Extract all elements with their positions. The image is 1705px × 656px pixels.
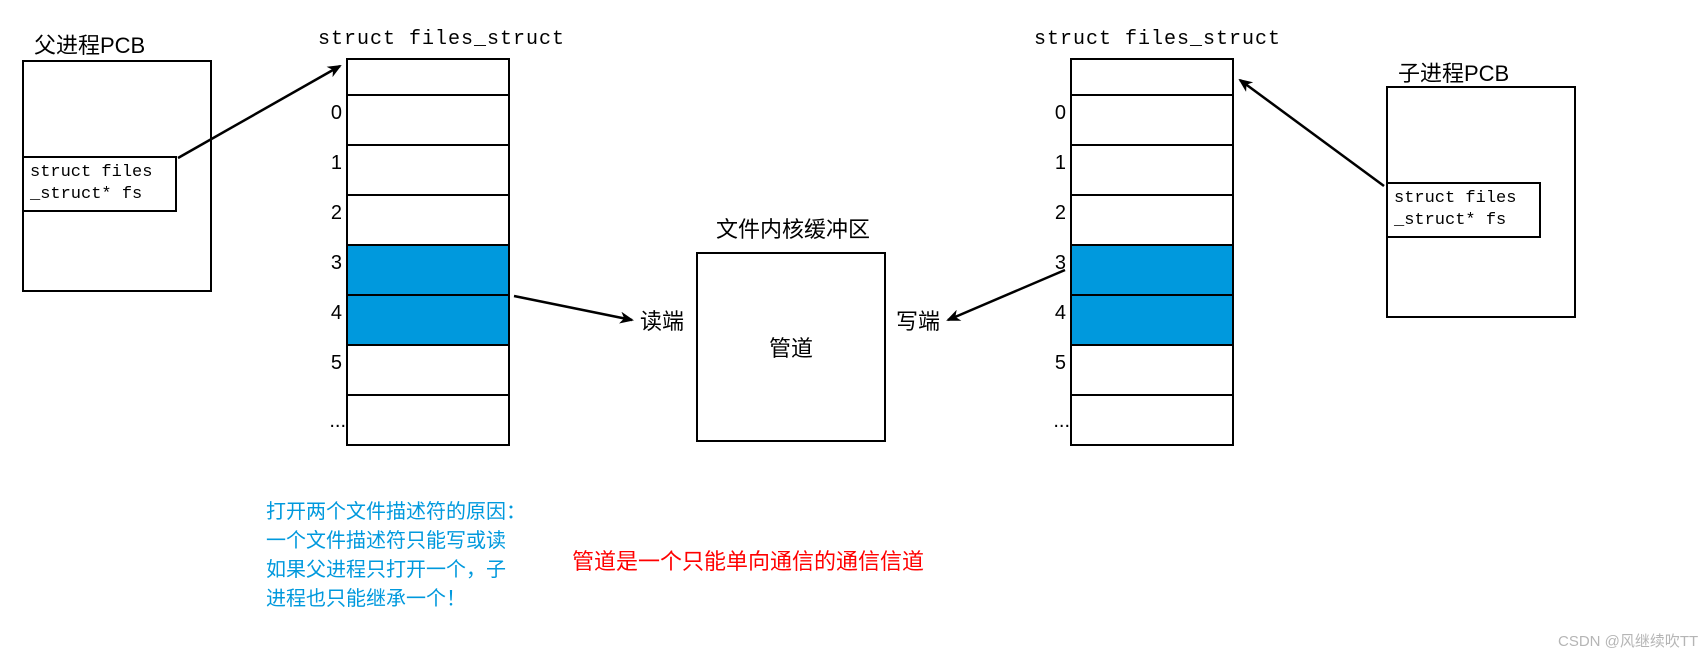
fd-idx-r-3: 3 <box>1036 252 1066 275</box>
fd-row-left-4 <box>348 296 508 346</box>
fd-idx-l-5: 5 <box>312 352 342 375</box>
fd-idx-r-4: 4 <box>1036 302 1066 325</box>
fd-table-right <box>1070 58 1234 446</box>
write-end-label: 写端 <box>896 304 940 336</box>
fd-row-left-0 <box>348 96 508 146</box>
fd-row-left-3 <box>348 246 508 296</box>
fd-row-left-1 <box>348 146 508 196</box>
fd-row-right-4 <box>1072 296 1232 346</box>
fd-row-right-blank <box>1072 60 1232 96</box>
fd-idx-r-2: 2 <box>1036 202 1066 225</box>
child-pcb-title: 子进程PCB <box>1398 56 1509 88</box>
fd-row-right-1 <box>1072 146 1232 196</box>
read-end-label: 读端 <box>640 304 684 336</box>
fd-idx-r-0: 0 <box>1036 102 1066 125</box>
buffer-title: 文件内核缓冲区 <box>716 212 870 244</box>
fd-idx-l-3: 3 <box>312 252 342 275</box>
fd-table-left <box>346 58 510 446</box>
note-blue: 打开两个文件描述符的原因：一个文件描述符只能写或读如果父进程只打开一个，子进程也… <box>266 498 526 614</box>
files-struct-right-title: struct files_struct <box>1034 28 1281 51</box>
fd-row-right-2 <box>1072 196 1232 246</box>
files-struct-left-title: struct files_struct <box>318 28 565 51</box>
fd-row-right-5 <box>1072 346 1232 396</box>
parent-pcb-title: 父进程PCB <box>34 28 145 60</box>
fd-row-left-5 <box>348 346 508 396</box>
fd-idx-l-2: 2 <box>312 202 342 225</box>
fd-idx-r-1: 1 <box>1036 152 1066 175</box>
fd-idx-l-1: 1 <box>312 152 342 175</box>
fd-idx-r-6: ... <box>1030 410 1070 433</box>
fd-row-left-2 <box>348 196 508 246</box>
fd-idx-r-5: 5 <box>1036 352 1066 375</box>
parent-pcb-box: struct files_struct* fs <box>22 60 212 292</box>
fd-idx-l-0: 0 <box>312 102 342 125</box>
fd-row-right-6 <box>1072 396 1232 446</box>
child-pcb-box: struct files_struct* fs <box>1386 86 1576 318</box>
fd-idx-l-4: 4 <box>312 302 342 325</box>
watermark: CSDN @风继续吹TT <box>1558 630 1698 651</box>
pipe-label: 管道 <box>769 331 813 363</box>
fd-row-right-3 <box>1072 246 1232 296</box>
fd-row-right-0 <box>1072 96 1232 146</box>
fd-row-left-6 <box>348 396 508 446</box>
fd-idx-l-6: ... <box>306 410 346 433</box>
pipe-box: 管道 <box>696 252 886 442</box>
note-red: 管道是一个只能单向通信的通信信道 <box>572 544 924 576</box>
parent-pcb-field: struct files_struct* fs <box>22 156 177 212</box>
fd-row-left-blank <box>348 60 508 96</box>
child-pcb-field: struct files_struct* fs <box>1386 182 1541 238</box>
